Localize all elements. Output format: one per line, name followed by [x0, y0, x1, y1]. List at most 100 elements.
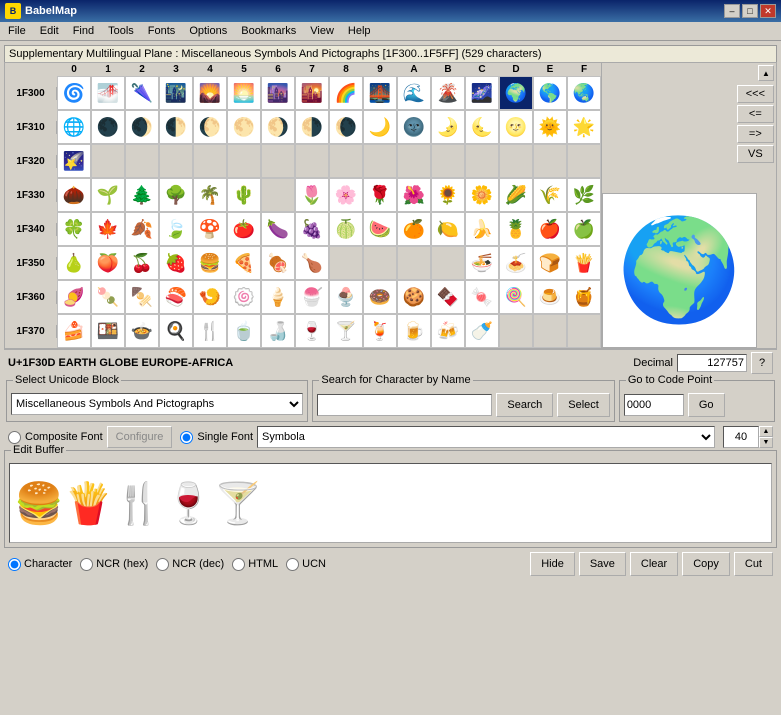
cell-1F326[interactable]: [261, 144, 295, 178]
cell-1F36D[interactable]: 🍭: [499, 280, 533, 314]
cell-1F378[interactable]: 🍸: [329, 314, 363, 348]
font-size-input[interactable]: [723, 426, 759, 448]
cell-1F37E[interactable]: [533, 314, 567, 348]
cell-1F302[interactable]: 🌂: [125, 76, 159, 110]
cell-1F347[interactable]: 🍇: [295, 212, 329, 246]
help-button[interactable]: ?: [751, 352, 773, 374]
cell-1F362[interactable]: 🍢: [125, 280, 159, 314]
menu-options[interactable]: Options: [183, 23, 233, 39]
menu-edit[interactable]: Edit: [34, 23, 65, 39]
cell-1F35D[interactable]: 🍝: [499, 246, 533, 280]
cell-1F37C[interactable]: 🍼: [465, 314, 499, 348]
cell-1F32E[interactable]: [533, 144, 567, 178]
menu-file[interactable]: File: [2, 23, 32, 39]
format-ncrhex-radio[interactable]: [80, 558, 93, 571]
cell-1F369[interactable]: 🍩: [363, 280, 397, 314]
search-input[interactable]: [317, 394, 492, 416]
cell-1F35B[interactable]: [431, 246, 465, 280]
cell-1F341[interactable]: 🍁: [91, 212, 125, 246]
cell-1F337[interactable]: 🌷: [295, 178, 329, 212]
cell-1F352[interactable]: 🍒: [125, 246, 159, 280]
cell-1F332[interactable]: 🌲: [125, 178, 159, 212]
cell-1F34A[interactable]: 🍊: [397, 212, 431, 246]
menu-fonts[interactable]: Fonts: [142, 23, 182, 39]
cell-1F356[interactable]: 🍖: [261, 246, 295, 280]
cell-1F33F[interactable]: 🌿: [567, 178, 601, 212]
cell-1F30F[interactable]: 🌏: [567, 76, 601, 110]
cell-1F30E[interactable]: 🌎: [533, 76, 567, 110]
cell-1F357[interactable]: 🍗: [295, 246, 329, 280]
hide-button[interactable]: Hide: [530, 552, 575, 576]
cell-1F310[interactable]: 🌐: [57, 110, 91, 144]
cell-1F303[interactable]: 🌃: [159, 76, 193, 110]
cell-1F31C[interactable]: 🌜: [465, 110, 499, 144]
cell-1F325[interactable]: [227, 144, 261, 178]
cell-1F366[interactable]: 🍦: [261, 280, 295, 314]
cell-1F331[interactable]: 🌱: [91, 178, 125, 212]
search-button[interactable]: Search: [496, 393, 553, 417]
minimize-button[interactable]: –: [724, 4, 740, 18]
cell-1F34B[interactable]: 🍋: [431, 212, 465, 246]
cell-1F305[interactable]: 🌅: [227, 76, 261, 110]
go-button[interactable]: Go: [688, 393, 725, 417]
cell-1F316[interactable]: 🌖: [261, 110, 295, 144]
cell-1F321[interactable]: [91, 144, 125, 178]
cell-1F312[interactable]: 🌒: [125, 110, 159, 144]
cell-1F31E[interactable]: 🌞: [533, 110, 567, 144]
cell-1F353[interactable]: 🍓: [159, 246, 193, 280]
cell-1F364[interactable]: 🍤: [193, 280, 227, 314]
cell-1F307[interactable]: 🌇: [295, 76, 329, 110]
cell-1F355[interactable]: 🍕: [227, 246, 261, 280]
cell-1F319[interactable]: 🌙: [363, 110, 397, 144]
menu-find[interactable]: Find: [67, 23, 100, 39]
format-character-radio[interactable]: [8, 558, 21, 571]
cell-1F351[interactable]: 🍑: [91, 246, 125, 280]
cell-1F34C[interactable]: 🍌: [465, 212, 499, 246]
cell-1F30B[interactable]: 🌋: [431, 76, 465, 110]
cell-1F36F[interactable]: 🍯: [567, 280, 601, 314]
cell-1F31B[interactable]: 🌛: [431, 110, 465, 144]
cell-1F346[interactable]: 🍆: [261, 212, 295, 246]
clear-button[interactable]: Clear: [630, 552, 678, 576]
cell-1F34F[interactable]: 🍏: [567, 212, 601, 246]
cell-1F33E[interactable]: 🌾: [533, 178, 567, 212]
font-size-up-button[interactable]: ▲: [759, 426, 773, 437]
cell-1F358[interactable]: [329, 246, 363, 280]
select-button[interactable]: Select: [557, 393, 610, 417]
cell-1F36B[interactable]: 🍫: [431, 280, 465, 314]
cell-1F343[interactable]: 🍃: [159, 212, 193, 246]
cell-1F373[interactable]: 🍳: [159, 314, 193, 348]
cell-1F315[interactable]: 🌕: [227, 110, 261, 144]
format-html-radio[interactable]: [232, 558, 245, 571]
font-size-down-button[interactable]: ▼: [759, 437, 773, 448]
prev-block-button[interactable]: <<<: [737, 85, 774, 103]
cell-1F37B[interactable]: 🍻: [431, 314, 465, 348]
cell-1F30A[interactable]: 🌊: [397, 76, 431, 110]
cell-1F301[interactable]: 🌁: [91, 76, 125, 110]
cell-1F317[interactable]: 🌗: [295, 110, 329, 144]
cell-1F32C[interactable]: [465, 144, 499, 178]
cell-1F34E[interactable]: 🍎: [533, 212, 567, 246]
cell-1F32A[interactable]: [397, 144, 431, 178]
cell-1F32F[interactable]: [567, 144, 601, 178]
copy-button[interactable]: Copy: [682, 552, 730, 576]
format-ucn-radio[interactable]: [286, 558, 299, 571]
cell-1F367[interactable]: 🍧: [295, 280, 329, 314]
cell-1F342[interactable]: 🍂: [125, 212, 159, 246]
single-font-radio[interactable]: [180, 431, 193, 444]
cell-1F327[interactable]: [295, 144, 329, 178]
cell-1F308[interactable]: 🌈: [329, 76, 363, 110]
cell-1F340[interactable]: 🍀: [57, 212, 91, 246]
cell-1F361[interactable]: 🍡: [91, 280, 125, 314]
cell-1F336[interactable]: [261, 178, 295, 212]
cell-1F37F[interactable]: [567, 314, 601, 348]
cell-1F34D[interactable]: 🍍: [499, 212, 533, 246]
cell-1F345[interactable]: 🍅: [227, 212, 261, 246]
cell-1F338[interactable]: 🌸: [329, 178, 363, 212]
cell-1F311[interactable]: 🌑: [91, 110, 125, 144]
cell-1F322[interactable]: [125, 144, 159, 178]
cell-1F374[interactable]: 🍴: [193, 314, 227, 348]
cell-1F350[interactable]: 🍐: [57, 246, 91, 280]
cell-1F306[interactable]: 🌆: [261, 76, 295, 110]
cell-1F32D[interactable]: [499, 144, 533, 178]
